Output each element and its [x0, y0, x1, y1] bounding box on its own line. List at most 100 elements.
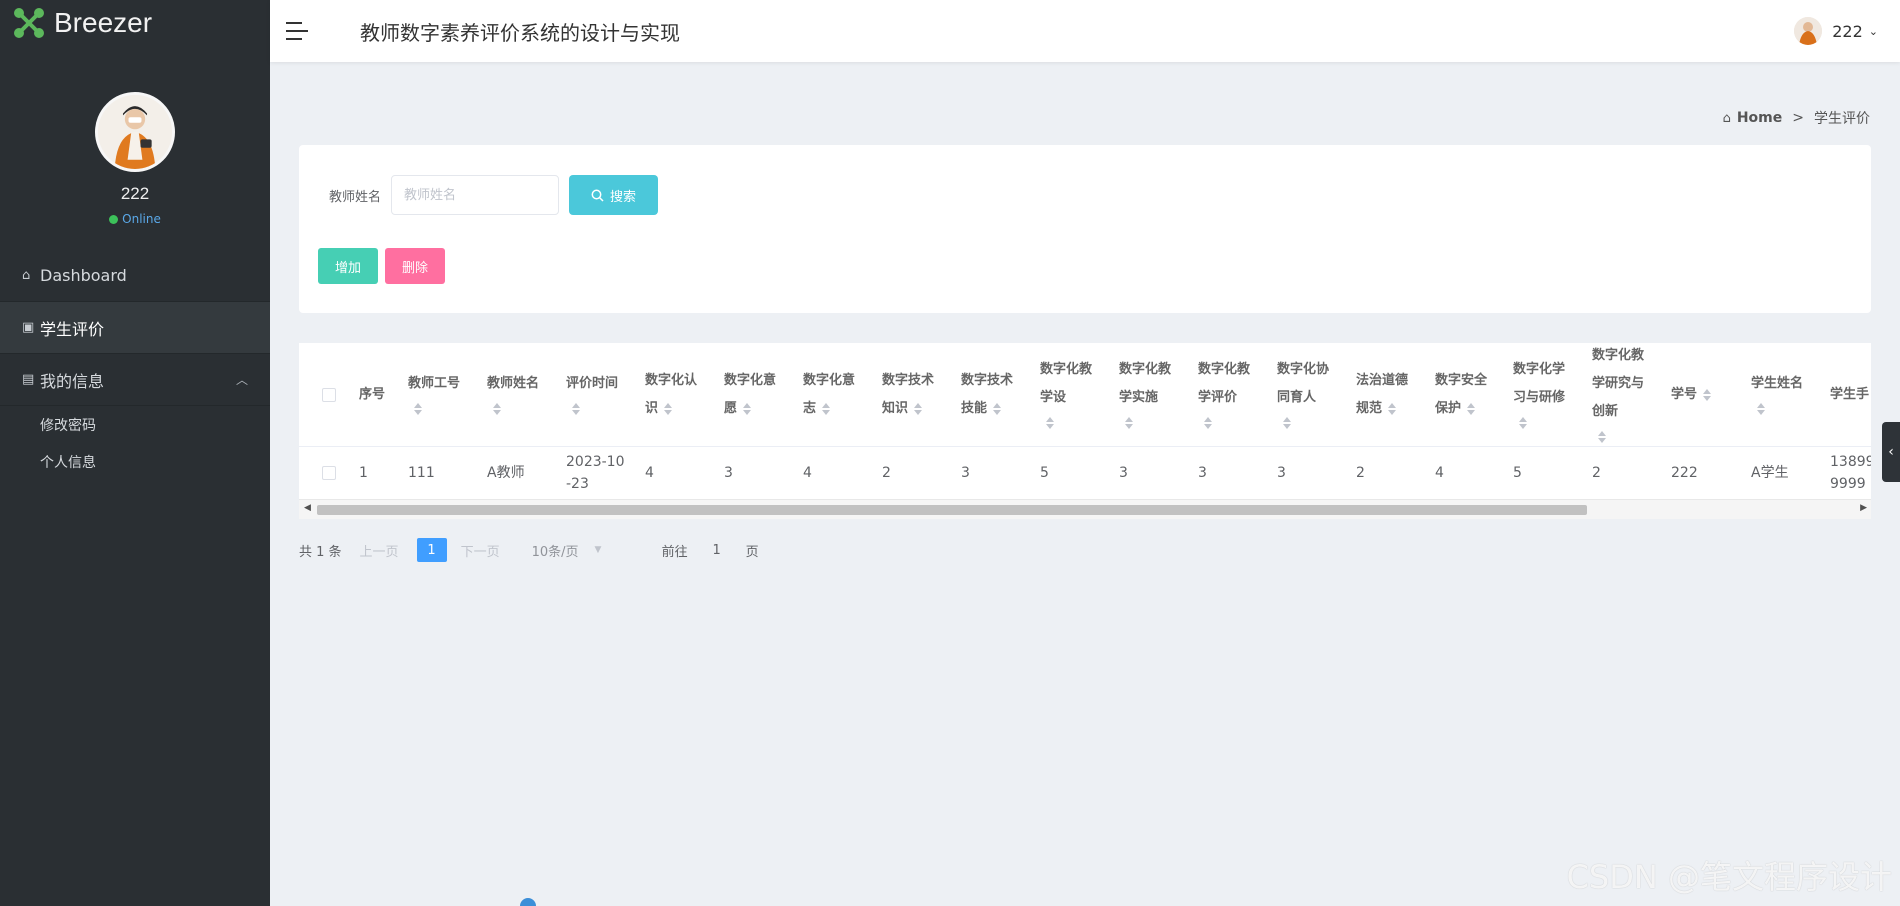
scroll-right-icon[interactable]: ▶	[1860, 503, 1867, 513]
column-header-c12[interactable]: 数字化学 习与研修	[1513, 343, 1592, 446]
column-header-label: 数字化学	[1513, 362, 1566, 377]
column-header-label: 学生姓名	[1751, 376, 1804, 391]
column-header-label: 学设	[1040, 390, 1067, 405]
breadcrumb: ⌂ Home > 学生评价	[1723, 108, 1870, 128]
column-header-label: 数字安全	[1435, 373, 1488, 388]
prev-page-button[interactable]: 上一页	[360, 541, 399, 560]
column-header-label: 同育人	[1277, 390, 1317, 405]
watermark: CSDN @笔文程序设计	[1566, 858, 1892, 896]
column-header-c13[interactable]: 数字化教 学研究与 创新	[1592, 343, 1671, 446]
column-header-label: 学号	[1671, 381, 1751, 409]
column-header-c5[interactable]: 数字技术 技能	[961, 343, 1040, 446]
scroll-thumb[interactable]	[317, 505, 1587, 515]
sort-caret-icon[interactable]	[1755, 402, 1765, 416]
sort-caret-icon[interactable]	[570, 402, 580, 416]
column-header-label: 学研究与	[1592, 376, 1645, 391]
online-status: Online	[0, 212, 270, 226]
sort-caret-icon[interactable]	[991, 402, 1002, 416]
cell-text: 5	[1513, 465, 1522, 481]
column-header-c1[interactable]: 数字化认识	[645, 343, 724, 446]
sidebar-item-student-evaluation[interactable]: ▣ 学生评价	[0, 302, 270, 354]
next-page-button[interactable]: 下一页	[461, 541, 500, 560]
column-header-c8[interactable]: 数字化教 学评价	[1198, 343, 1277, 446]
column-header-c7[interactable]: 数字化教 学实施	[1119, 343, 1198, 446]
table-header: 序号 教师工号 教师姓名 评价时间 数字化认识数字化意愿数字化意志数字技术 知识 数字技术技…	[299, 343, 1871, 447]
scroll-left-icon[interactable]: ◀	[304, 503, 311, 513]
cell-c13: 2	[1592, 447, 1671, 499]
page-size-select[interactable]: 10条/页 ▼	[532, 541, 632, 560]
sort-caret-icon[interactable]	[1596, 430, 1606, 444]
online-dot-icon	[109, 214, 119, 224]
column-header-c4[interactable]: 数字技术 知识	[882, 343, 961, 446]
sort-caret-icon[interactable]	[912, 402, 923, 416]
goto-page-input[interactable]: 1	[702, 543, 732, 558]
avatar[interactable]	[95, 92, 175, 172]
brand[interactable]: Breezer	[0, 0, 270, 46]
column-header-c2[interactable]: 数字化意愿	[724, 343, 803, 446]
cell-c12: 5	[1513, 447, 1592, 499]
cell-c4: 2	[882, 447, 961, 499]
column-header-label: 教师工号	[408, 376, 461, 391]
sort-caret-icon[interactable]	[1465, 402, 1476, 416]
column-header-label: 规范	[1356, 395, 1435, 423]
cell-text: 222	[1671, 465, 1698, 481]
sidebar-item-my-info[interactable]: ▤ 我的信息 ︿	[0, 354, 270, 406]
column-header-c11[interactable]: 数字安全 保护	[1435, 343, 1513, 446]
row-checkbox[interactable]	[322, 466, 336, 480]
menu-toggle-icon[interactable]	[286, 21, 308, 41]
sidebar-menu: ⌂ Dashboard ▣ 学生评价 ▤ 我的信息 ︿ 修改密码 个人信息	[0, 250, 270, 480]
column-header-label: 知识	[882, 395, 961, 423]
sort-caret-icon[interactable]	[491, 402, 501, 416]
cell-text: 2023-10	[566, 454, 625, 470]
column-header-seq: 序号	[359, 343, 408, 446]
breadcrumb-home[interactable]: Home	[1737, 110, 1782, 126]
sort-caret-icon[interactable]	[1202, 416, 1212, 430]
sort-caret-icon[interactable]	[741, 402, 752, 416]
goto-label: 前往	[661, 544, 688, 560]
sidebar-subitem-change-password[interactable]: 修改密码	[0, 406, 270, 443]
column-header-c10[interactable]: 法治道德 规范	[1356, 343, 1435, 446]
floating-indicator	[520, 898, 536, 906]
cell-text: 4	[1435, 465, 1444, 481]
column-header-c9[interactable]: 数字化协 同育人	[1277, 343, 1356, 446]
sort-caret-icon[interactable]	[412, 402, 422, 416]
column-header-name[interactable]: 教师姓名	[487, 343, 566, 446]
sidebar-subitem-label: 个人信息	[40, 454, 96, 471]
user-menu[interactable]: 222 ⌄	[1794, 17, 1878, 45]
column-header-sname[interactable]: 学生姓名	[1751, 343, 1830, 446]
header-select-cell	[299, 343, 359, 446]
sort-caret-icon[interactable]	[1386, 402, 1397, 416]
sort-caret-icon[interactable]	[1044, 416, 1054, 430]
column-header-time[interactable]: 评价时间	[566, 343, 645, 446]
horizontal-scrollbar[interactable]: ◀ ▶	[299, 499, 1871, 519]
column-header-sphone: 学生手	[1830, 343, 1871, 446]
sort-caret-icon[interactable]	[1701, 388, 1712, 402]
column-header-label: 教师姓名	[487, 376, 540, 391]
sort-caret-icon[interactable]	[1123, 416, 1133, 430]
user-portrait-icon	[1794, 17, 1823, 45]
column-header-label: 数字化意	[803, 373, 856, 388]
collapse-panel-tab[interactable]: ‹	[1882, 422, 1900, 482]
search-button[interactable]: 搜索	[569, 175, 659, 215]
select-all-checkbox[interactable]	[322, 388, 336, 402]
breadcrumb-current: 学生评价	[1814, 111, 1870, 127]
cell-c7: 3	[1119, 447, 1198, 499]
column-header-sno[interactable]: 学号	[1671, 343, 1751, 446]
add-button[interactable]: 增加	[318, 248, 378, 284]
sort-caret-icon[interactable]	[662, 402, 673, 416]
column-header-id[interactable]: 教师工号	[408, 343, 487, 446]
sidebar-item-dashboard[interactable]: ⌂ Dashboard	[0, 250, 270, 302]
cell-id: 111	[408, 447, 487, 499]
current-page-button[interactable]: 1	[416, 538, 447, 562]
sort-caret-icon[interactable]	[820, 402, 831, 416]
delete-button[interactable]: 删除	[385, 248, 445, 284]
sidebar-subitem-personal-info[interactable]: 个人信息	[0, 443, 270, 480]
teacher-name-input[interactable]	[391, 175, 560, 215]
column-header-c3[interactable]: 数字化意志	[803, 343, 882, 446]
sort-caret-icon[interactable]	[1281, 416, 1291, 430]
search-label: 教师姓名	[329, 189, 382, 205]
table-row[interactable]: 1 111 A教师 2023-10 -23 4 3 4 2 3 5 3 3 3 2 4 5 2 222 A学生 1389…	[299, 447, 1871, 499]
column-header-c6[interactable]: 数字化教 学设	[1040, 343, 1119, 446]
cell-text: -23	[566, 476, 589, 492]
sort-caret-icon[interactable]	[1517, 416, 1527, 430]
